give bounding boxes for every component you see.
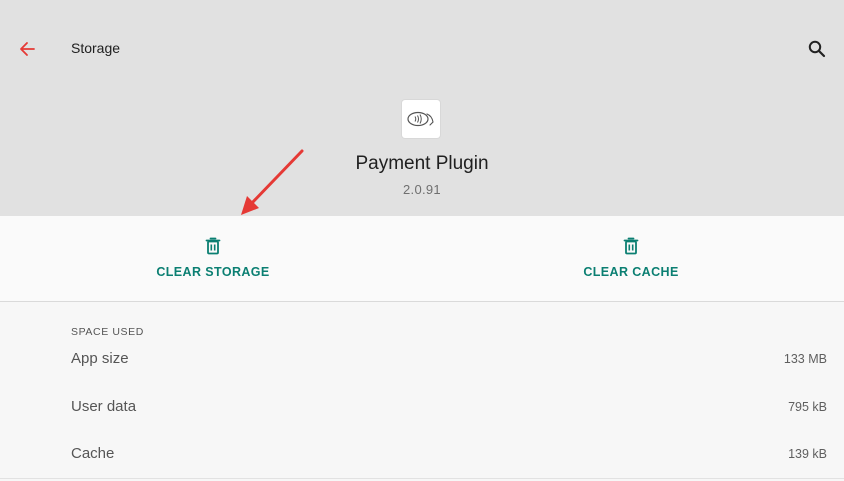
app-name: Payment Plugin [355, 153, 489, 174]
search-icon [808, 40, 826, 58]
section-header-space-used: SPACE USED [71, 326, 144, 338]
contactless-payment-icon [407, 111, 434, 127]
actions-bar: CLEAR STORAGE CLEAR CACHE [0, 216, 844, 302]
row-value: 133 MB [783, 352, 827, 366]
app-icon [402, 100, 440, 138]
row-value: 795 kB [788, 400, 827, 414]
search-button[interactable] [802, 34, 832, 64]
row-label: Cache [71, 445, 115, 462]
app-version: 2.0.91 [403, 182, 441, 197]
storage-row-cache: Cache 139 kB [0, 445, 844, 471]
divider [0, 478, 844, 479]
clear-storage-button[interactable]: CLEAR STORAGE [113, 216, 313, 301]
page-title: Storage [71, 40, 121, 56]
row-label: User data [71, 398, 137, 415]
trash-icon [205, 237, 221, 255]
clear-storage-label: CLEAR STORAGE [156, 265, 270, 279]
row-value: 139 kB [788, 447, 827, 461]
arrow-left-icon [20, 42, 35, 56]
storage-row-user-data: User data 795 kB [0, 398, 844, 424]
trash-icon [623, 237, 639, 255]
clear-cache-label: CLEAR CACHE [583, 265, 679, 279]
storage-screen: Storage Payment Plugin 2.0.91 CLEAR STOR… [0, 0, 844, 481]
clear-cache-button[interactable]: CLEAR CACHE [531, 216, 731, 301]
row-label: App size [71, 350, 129, 367]
app-header: Storage Payment Plugin 2.0.91 [0, 0, 844, 216]
back-button[interactable] [12, 34, 42, 64]
storage-row-app-size: App size 133 MB [0, 350, 844, 376]
